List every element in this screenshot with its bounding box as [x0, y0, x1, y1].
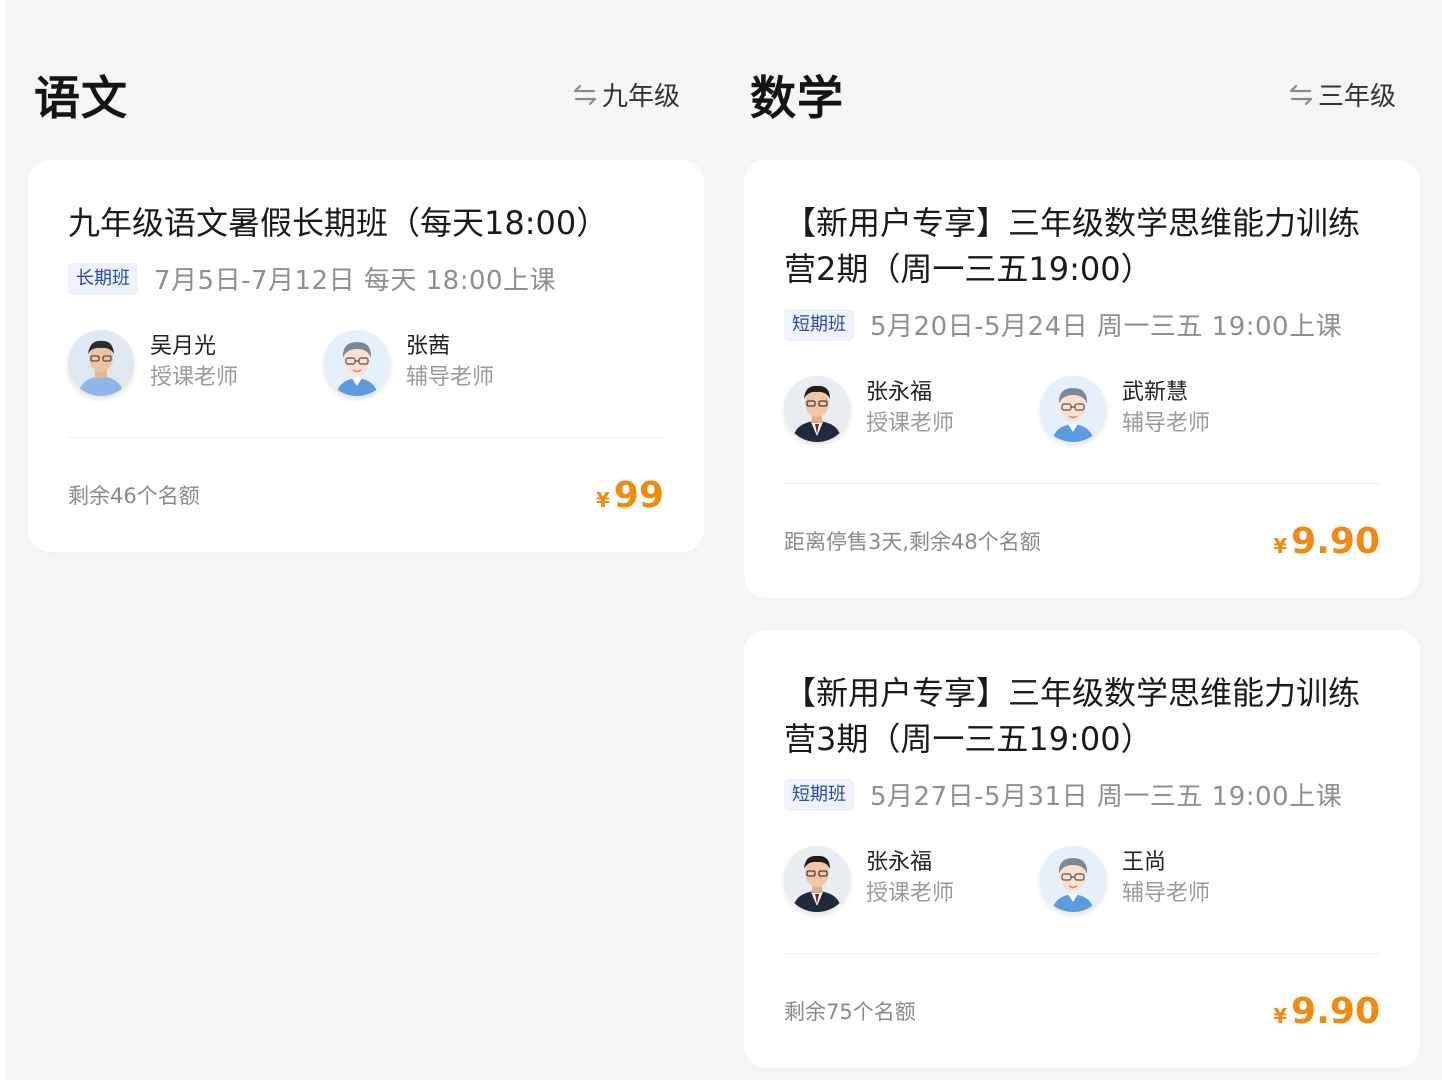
teacher-item[interactable]: 张永福 授课老师: [784, 373, 1040, 445]
teacher-info: 张永福 授课老师: [866, 848, 954, 910]
card-footer: 剩余75个名额 ¥ 9.90: [784, 954, 1380, 1068]
column-header: 数学 三年级: [744, 0, 1420, 160]
grade-label: 九年级: [601, 82, 680, 112]
course-meta: 短期班 5月20日-5月24日 周一三五 19:00上课: [784, 306, 1380, 343]
teacher-name: 张永福: [866, 380, 933, 405]
teacher-name: 王尚: [1122, 850, 1167, 875]
course-type-tag: 短期班: [784, 308, 854, 341]
teacher-list: 张永福 授课老师: [784, 373, 1380, 445]
teacher-name: 吴月光: [150, 334, 217, 359]
teacher-role: 辅导老师: [406, 365, 495, 390]
course-type-tag: 短期班: [784, 778, 854, 811]
subject-title: 语文: [34, 71, 128, 125]
teacher-item[interactable]: 吴月光 授课老师: [68, 327, 324, 399]
column-chinese: 语文 九年级 九年级语文暑假长期班（每天18:00） 长期班 7月5日-7月12…: [28, 0, 704, 584]
card-footer: 距离停售3天,剩余48个名额 ¥ 9.90: [784, 484, 1380, 598]
course-meta: 短期班 5月27日-5月31日 周一三五 19:00上课: [784, 776, 1380, 813]
price-amount: 9.90: [1291, 520, 1380, 562]
photo-avatar-suit-icon: [784, 846, 850, 912]
teacher-item[interactable]: 王尚 辅导老师: [1040, 843, 1296, 915]
course-type-tag: 长期班: [68, 262, 138, 295]
course-price: ¥ 9.90: [1273, 521, 1380, 562]
course-card[interactable]: 九年级语文暑假长期班（每天18:00） 长期班 7月5日-7月12日 每天 18…: [28, 160, 704, 552]
grade-switch-button[interactable]: 三年级: [1288, 76, 1396, 113]
grade-label: 三年级: [1317, 82, 1396, 112]
currency-symbol: ¥: [1273, 1003, 1288, 1028]
cartoon-avatar-teacher-icon: [324, 330, 390, 396]
teacher-name: 武新慧: [1122, 380, 1189, 405]
photo-avatar-man-icon: [68, 330, 134, 396]
grade-switch-button[interactable]: 九年级: [572, 76, 680, 113]
course-card[interactable]: 【新用户专享】三年级数学思维能力训练营2期（周一三五19:00） 短期班 5月2…: [744, 160, 1420, 598]
subject-title: 数学: [750, 71, 844, 125]
course-schedule: 5月27日-5月31日 周一三五 19:00上课: [870, 782, 1343, 812]
photo-avatar-suit-icon: [784, 376, 850, 442]
remaining-seats: 距离停售3天,剩余48个名额: [784, 530, 1041, 554]
currency-symbol: ¥: [1273, 533, 1288, 558]
cartoon-avatar-teacher-icon: [1040, 376, 1106, 442]
teacher-name: 张茜: [406, 334, 451, 359]
teacher-item[interactable]: 张永福 授课老师: [784, 843, 1040, 915]
column-header: 语文 九年级: [28, 0, 704, 160]
course-list-page: 语文 九年级 九年级语文暑假长期班（每天18:00） 长期班 7月5日-7月12…: [0, 0, 1442, 1080]
teacher-list: 张永福 授课老师: [784, 843, 1380, 915]
teacher-role: 辅导老师: [1122, 411, 1211, 436]
teacher-item[interactable]: 武新慧 辅导老师: [1040, 373, 1296, 445]
course-meta: 长期班 7月5日-7月12日 每天 18:00上课: [68, 260, 664, 297]
teacher-item[interactable]: 张茜 辅导老师: [324, 327, 580, 399]
teacher-info: 张茜 辅导老师: [406, 332, 494, 394]
remaining-seats: 剩余75个名额: [784, 1000, 916, 1024]
price-amount: 99: [613, 474, 664, 516]
cartoon-avatar-teacher-icon: [1040, 846, 1106, 912]
course-title: 九年级语文暑假长期班（每天18:00）: [68, 204, 609, 242]
teacher-role: 辅导老师: [1122, 881, 1211, 906]
teacher-list: 吴月光 授课老师 张茜 辅导老师: [68, 327, 664, 399]
teacher-info: 吴月光 授课老师: [150, 332, 238, 394]
remaining-seats: 剩余46个名额: [68, 484, 200, 508]
column-math: 数学 三年级 【新用户专享】三年级数学思维能力训练营2期（周一三五19:00） …: [744, 0, 1420, 1080]
card-footer: 剩余46个名额 ¥ 99: [68, 438, 664, 552]
course-title: 【新用户专享】三年级数学思维能力训练营3期（周一三五19:00）: [784, 674, 1361, 758]
price-amount: 9.90: [1291, 990, 1380, 1032]
teacher-role: 授课老师: [866, 881, 955, 906]
teacher-info: 张永福 授课老师: [866, 378, 954, 440]
course-card[interactable]: 【新用户专享】三年级数学思维能力训练营3期（周一三五19:00） 短期班 5月2…: [744, 630, 1420, 1068]
swap-arrows-icon: [573, 84, 597, 105]
teacher-info: 王尚 辅导老师: [1122, 848, 1210, 910]
currency-symbol: ¥: [595, 487, 610, 512]
course-price: ¥ 9.90: [1273, 991, 1380, 1032]
teacher-name: 张永福: [866, 850, 933, 875]
teacher-role: 授课老师: [150, 365, 239, 390]
course-schedule: 5月20日-5月24日 周一三五 19:00上课: [870, 312, 1343, 342]
course-schedule: 7月5日-7月12日 每天 18:00上课: [154, 266, 557, 296]
course-title: 【新用户专享】三年级数学思维能力训练营2期（周一三五19:00）: [784, 204, 1361, 288]
swap-arrows-icon: [1289, 84, 1313, 105]
teacher-info: 武新慧 辅导老师: [1122, 378, 1210, 440]
teacher-role: 授课老师: [866, 411, 955, 436]
course-price: ¥ 99: [596, 475, 664, 516]
